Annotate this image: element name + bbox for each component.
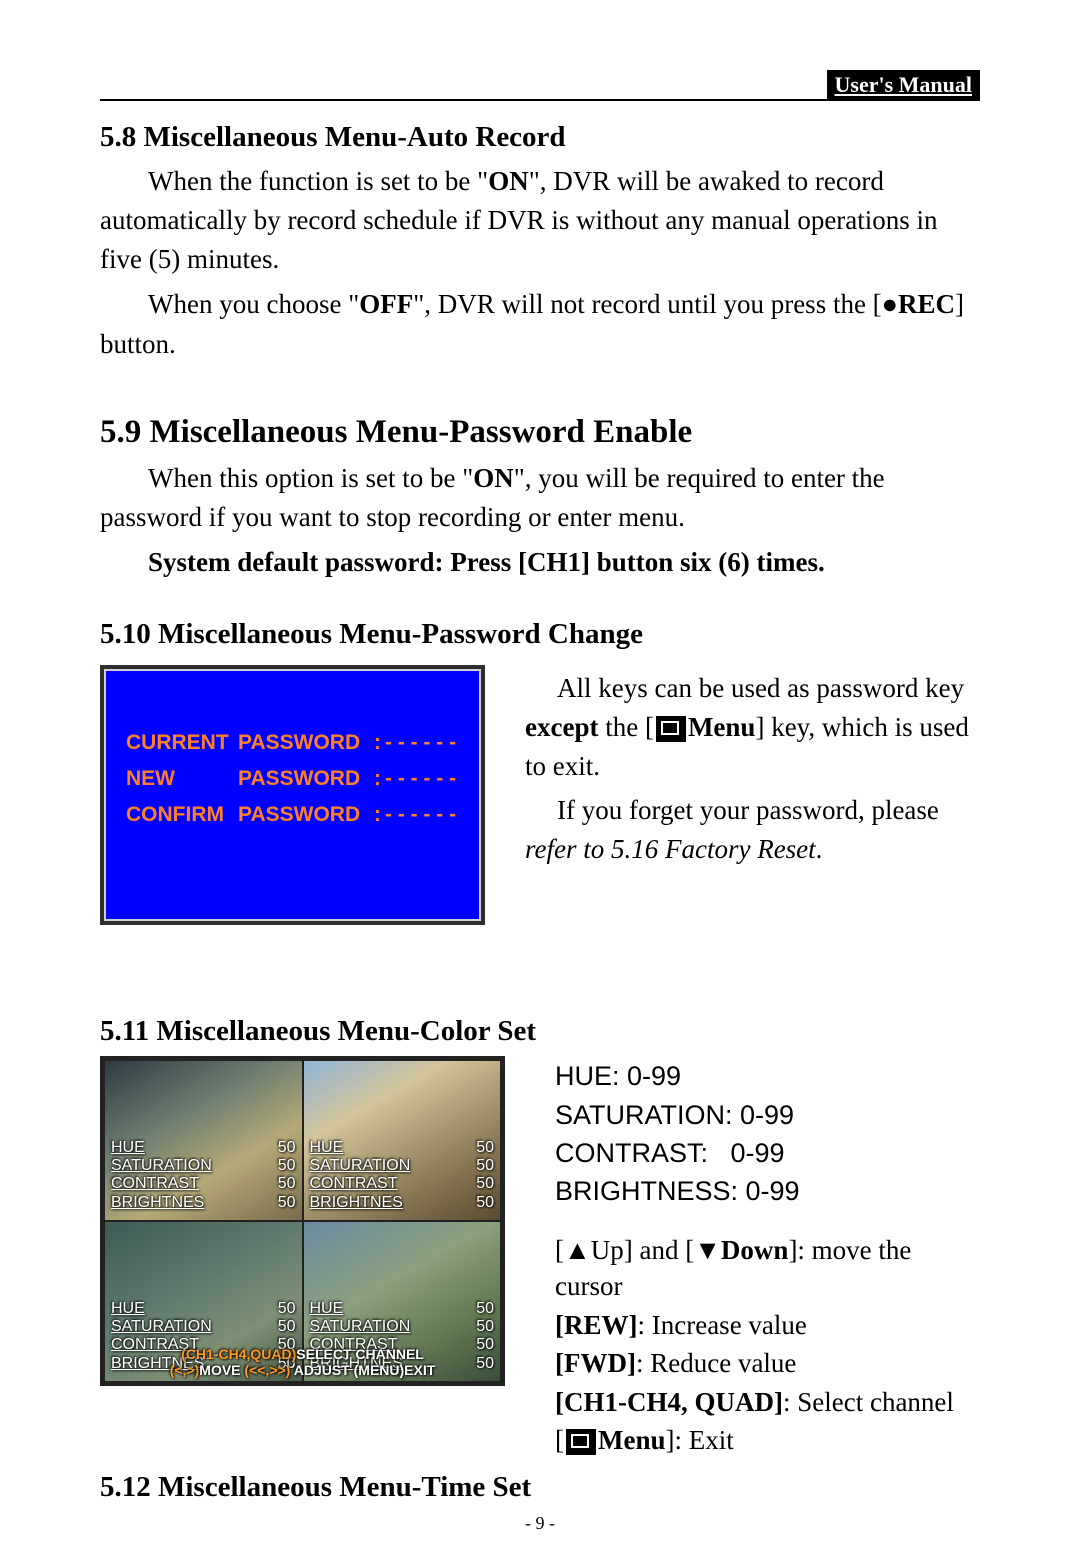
quad-1: HUE50SATURATION50CONTRAST50BRIGHTNES50 [104, 1060, 303, 1221]
t: ▼Down [694, 1235, 788, 1265]
t: : [374, 731, 381, 755]
manual-tag: User's Manual [827, 70, 981, 100]
menu-icon [566, 1429, 596, 1455]
header-rule: User's Manual [100, 70, 980, 101]
t: - - - - - - [385, 767, 456, 791]
t: CONFIRM [126, 803, 238, 827]
para-5-9-1: When this option is set to be "ON", you … [100, 459, 980, 537]
heading-5-11: 5.11 Miscellaneous Menu-Color Set [100, 1015, 980, 1048]
t: BRIGHTNESS: 0-99 [555, 1173, 980, 1209]
t: ] and [ [624, 1235, 694, 1265]
para-5-9-2: System default password: Press [CH1] but… [100, 543, 980, 582]
t: HUE: 0-99 [555, 1058, 980, 1094]
password-box: CURRENT PASSWORD : - - - - - - NEW PASSW… [100, 665, 485, 925]
t: [REW] [555, 1310, 638, 1340]
t: ●REC [882, 289, 955, 319]
t: [CH1-CH4, QUAD] [555, 1387, 783, 1417]
t: - - - - - - [385, 731, 456, 755]
pw-row-new: NEW PASSWORD : - - - - - - [126, 767, 461, 791]
t: refer to 5.16 Factory Reset [525, 834, 816, 864]
t: OFF [359, 289, 413, 319]
password-side-text: All keys can be used as password key exc… [525, 665, 980, 873]
t: When this option is set to be " [148, 463, 473, 493]
quad-4: HUE50SATURATION50CONTRAST50BRIGHTNES50 [303, 1221, 502, 1382]
colorset-quad: HUE50SATURATION50CONTRAST50BRIGHTNES50 H… [100, 1056, 505, 1386]
quad-2: HUE50SATURATION50CONTRAST50BRIGHTNES50 [303, 1060, 502, 1221]
t: - - - - - - [385, 803, 456, 827]
t: SATURATION: 0-99 [555, 1097, 980, 1133]
heading-5-12: 5.12 Miscellaneous Menu-Time Set [100, 1471, 980, 1504]
colorset-side: HUE: 0-99 SATURATION: 0-99 CONTRAST: 0-9… [555, 1056, 980, 1460]
t: NEW [126, 767, 238, 791]
t: PASSWORD [238, 767, 370, 791]
page-number: - 9 - [0, 1513, 1080, 1534]
t: [▲Up [555, 1235, 624, 1265]
t: ON [473, 463, 514, 493]
para-5-8-1: When the function is set to be "ON", DVR… [100, 162, 980, 279]
t: ", DVR will not record until you press t… [413, 289, 881, 319]
t: the [ [598, 712, 653, 742]
t: Menu [598, 1425, 666, 1455]
quad-3: HUE50SATURATION50CONTRAST50BRIGHTNES50 [104, 1221, 303, 1382]
t: : Increase value [638, 1310, 807, 1340]
para-5-8-2: When you choose "OFF", DVR will not reco… [100, 285, 980, 363]
t: : [374, 767, 381, 791]
t: When the function is set to be " [148, 166, 488, 196]
t: [FWD] [555, 1348, 636, 1378]
manual-tag-text: User's Manual [835, 72, 973, 97]
menu-icon [656, 716, 686, 742]
t: . [816, 834, 823, 864]
t: CONTRAST: 0-99 [555, 1135, 980, 1171]
heading-5-10: 5.10 Miscellaneous Menu-Password Change [100, 618, 980, 651]
t: ]: Exit [666, 1425, 734, 1455]
t: : [374, 803, 381, 827]
t: Menu [688, 712, 756, 742]
t: : Reduce value [636, 1348, 796, 1378]
pw-row-confirm: CONFIRM PASSWORD : - - - - - - [126, 803, 461, 827]
t: When you choose " [148, 289, 359, 319]
heading-5-9: 5.9 Miscellaneous Menu-Password Enable [100, 414, 980, 451]
t: PASSWORD [238, 731, 370, 755]
t: [ [555, 1425, 564, 1455]
t: If you forget your password, please [557, 795, 939, 825]
t: All keys can be used as password key [557, 673, 964, 703]
t: PASSWORD [238, 803, 370, 827]
heading-5-8: 5.8 Miscellaneous Menu-Auto Record [100, 121, 980, 154]
t: except [525, 712, 598, 742]
t: : Select channel [783, 1387, 954, 1417]
t: CURRENT [126, 731, 238, 755]
pw-row-current: CURRENT PASSWORD : - - - - - - [126, 731, 461, 755]
t: ON [488, 166, 529, 196]
